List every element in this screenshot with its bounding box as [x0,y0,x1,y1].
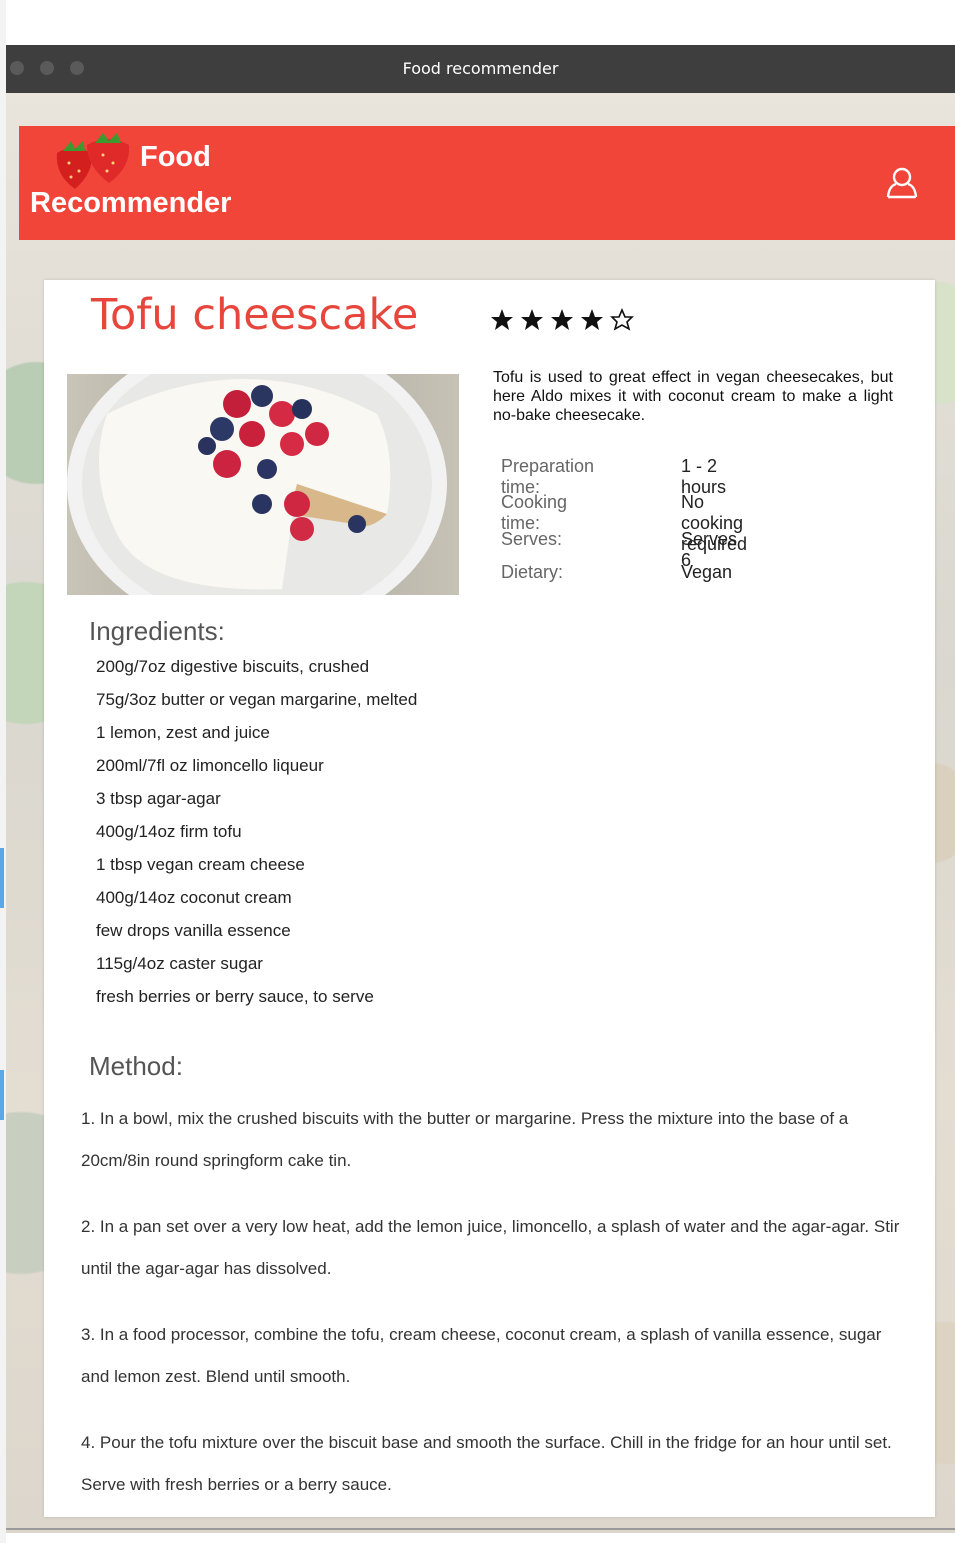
info-label: Dietary: [501,562,564,582]
window-close-dot[interactable] [10,61,24,75]
list-item: 1 lemon, zest and juice [96,723,270,742]
method-step: 4. Pour the tofu mixture over the biscui… [81,1433,892,1494]
title-bar: Food recommender [6,45,955,93]
app-window: Food recommender Food Recommender Tofu c… [6,45,955,1533]
method-step: 1. In a bowl, mix the crushed biscuits w… [81,1109,849,1170]
logo-text-recommender: Recommender [30,187,232,219]
list-item: 400g/14oz coconut cream [96,888,292,907]
recipe-photo [67,374,459,595]
logo-text-food: Food [140,141,211,173]
list-item: few drops vanilla essence [96,921,291,940]
list-item: 200g/7oz digestive biscuits, crushed [96,657,370,676]
method-steps: 1. In a bowl, mix the crushed biscuits w… [81,1098,911,1530]
window-maximize-dot[interactable] [70,61,84,75]
strawberry-logo-icon [56,133,130,189]
list-item: 1 tbsp vegan cream cheese [96,855,305,874]
list-item: fresh berries or berry sauce, to serve [96,987,374,1006]
list-item: 400g/14oz firm tofu [96,822,242,841]
method-step: 3. In a food processor, combine the tofu… [81,1325,882,1386]
list-item: 200ml/7fl oz limoncello liqueur [96,756,324,775]
window-minimize-dot[interactable] [40,61,54,75]
rating-stars[interactable] [491,308,641,334]
recipe-title: Tofu cheescake [91,290,419,340]
star-filled-icon [581,309,603,330]
info-value: Vegan [681,562,733,582]
star-filled-icon [551,309,573,330]
ingredients-heading: Ingredients: [89,616,225,646]
recipe-card: Tofu cheescake Tofu is used to great eff… [44,280,935,1517]
info-label: Serves: [501,529,563,549]
star-filled-icon [491,309,513,330]
window-bottom-border [6,1528,955,1530]
ingredients-list: 200g/7oz digestive biscuits, crushed 75g… [96,656,417,1019]
recipe-description: Tofu is used to great effect in vegan ch… [493,369,893,424]
list-item: 3 tbsp agar-agar [96,789,221,808]
list-item: 75g/3oz butter or vegan margarine, melte… [96,690,418,709]
app-header: Food Recommender [19,126,955,240]
list-item: 115g/4oz caster sugar [96,954,263,973]
info-label: Cooking time: [501,492,568,533]
edge-marker [0,848,4,908]
window-title: Food recommender [402,59,559,78]
star-filled-icon [521,309,543,330]
method-heading: Method: [89,1051,183,1081]
star-empty-icon [610,308,634,331]
edge-marker [0,1070,4,1120]
user-icon[interactable] [885,166,919,200]
method-step: 2. In a pan set over a very low heat, ad… [81,1217,900,1278]
